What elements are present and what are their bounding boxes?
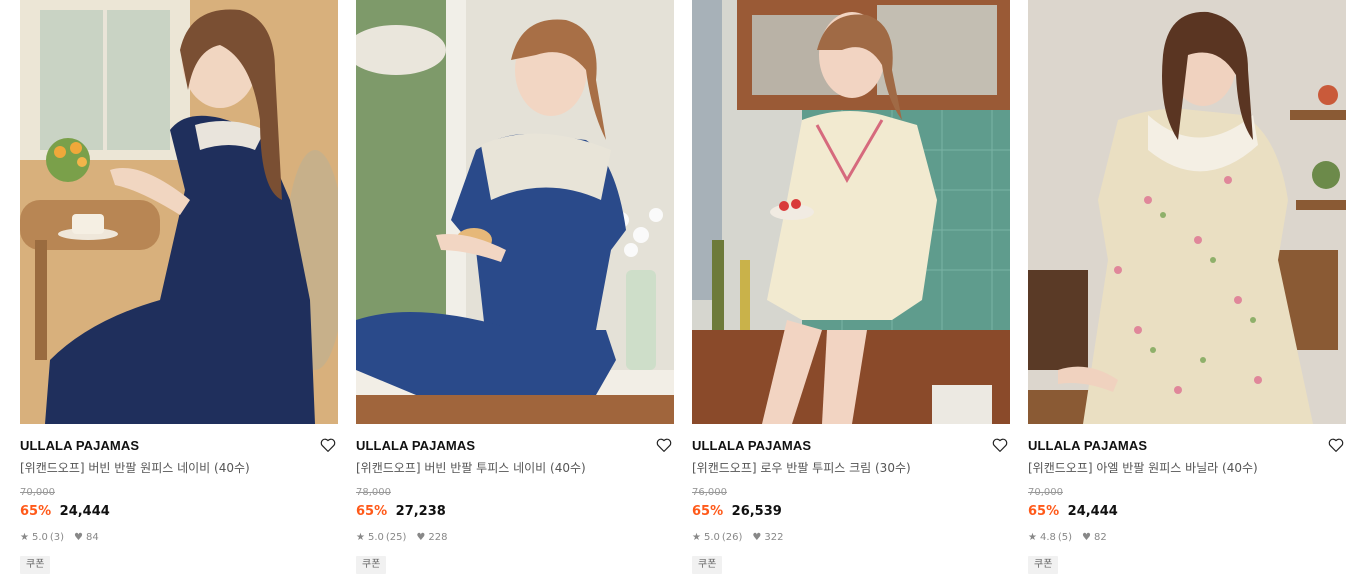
star-icon: ★: [20, 532, 29, 543]
product-card[interactable]: ULLALA PAJAMAS [위캔드오프] 아엘 반팔 원피스 바닐라 (40…: [1028, 0, 1346, 574]
sale-price: 27,238: [395, 504, 446, 519]
discount-rate: 65%: [20, 504, 52, 519]
price-row: 65% 26,539: [692, 503, 1010, 520]
original-price: 70,000: [1028, 487, 1063, 498]
heart-filled-icon: ♥: [416, 532, 426, 543]
review-count: (26): [721, 532, 743, 543]
rating-value: 5.0: [367, 532, 384, 543]
like-count: 84: [86, 532, 99, 543]
heart-filled-icon: ♥: [74, 532, 84, 543]
rating-value: 5.0: [703, 532, 720, 543]
rating-value: 5.0: [31, 532, 48, 543]
product-meta: ★ 4.8 (5) ♥ 82: [1028, 531, 1346, 544]
price-row: 65% 24,444: [1028, 503, 1346, 520]
review-count: (3): [49, 532, 65, 543]
sale-price: 24,444: [1067, 504, 1118, 519]
original-price: 76,000: [692, 487, 727, 498]
heart-outline-icon[interactable]: [319, 436, 337, 454]
star-icon: ★: [692, 532, 701, 543]
review-count: (5): [1057, 532, 1073, 543]
product-image[interactable]: [20, 0, 338, 424]
like-count: 228: [428, 532, 448, 543]
product-photo-vanilla-dress: [1028, 0, 1346, 424]
product-name[interactable]: [위캔드오프] 아엘 반팔 원피스 바닐라 (40수): [1028, 460, 1346, 476]
discount-rate: 65%: [356, 504, 388, 519]
product-card[interactable]: ULLALA PAJAMAS [위캔드오프] 버빈 반팔 원피스 네이비 (40…: [20, 0, 338, 574]
product-card[interactable]: ULLALA PAJAMAS [위캔드오프] 버빈 반팔 투피스 네이비 (40…: [356, 0, 674, 574]
price-row: 65% 24,444: [20, 503, 338, 520]
coupon-badge: 쿠폰: [1028, 556, 1059, 574]
product-name[interactable]: [위캔드오프] 로우 반팔 투피스 크림 (30수): [692, 460, 1010, 476]
product-meta: ★ 5.0 (25) ♥ 228: [356, 531, 674, 544]
coupon-badge: 쿠폰: [20, 556, 51, 574]
heart-outline-icon[interactable]: [1327, 436, 1345, 454]
like-count: 82: [1094, 532, 1107, 543]
heart-outline-icon[interactable]: [655, 436, 673, 454]
coupon-badge: 쿠폰: [692, 556, 723, 574]
brand-name[interactable]: ULLALA PAJAMAS: [356, 437, 674, 455]
brand-name[interactable]: ULLALA PAJAMAS: [692, 437, 1010, 455]
product-photo-navy-twopiece: [356, 0, 674, 424]
original-price: 78,000: [356, 487, 391, 498]
discount-rate: 65%: [692, 504, 724, 519]
sale-price: 26,539: [731, 504, 782, 519]
brand-name[interactable]: ULLALA PAJAMAS: [20, 437, 338, 455]
heart-filled-icon: ♥: [752, 532, 762, 543]
product-photo-navy-dress: [20, 0, 338, 424]
original-price: 70,000: [20, 487, 55, 498]
product-name[interactable]: [위캔드오프] 버빈 반팔 원피스 네이비 (40수): [20, 460, 338, 476]
product-meta: ★ 5.0 (26) ♥ 322: [692, 531, 1010, 544]
discount-rate: 65%: [1028, 504, 1060, 519]
star-icon: ★: [356, 532, 365, 543]
product-image[interactable]: [1028, 0, 1346, 424]
coupon-badge: 쿠폰: [356, 556, 387, 574]
rating-value: 4.8: [1039, 532, 1056, 543]
product-photo-cream-twopiece: [692, 0, 1010, 424]
product-meta: ★ 5.0 (3) ♥ 84: [20, 531, 338, 544]
heart-outline-icon[interactable]: [991, 436, 1009, 454]
product-grid: ULLALA PAJAMAS [위캔드오프] 버빈 반팔 원피스 네이비 (40…: [20, 0, 1346, 574]
sale-price: 24,444: [59, 504, 110, 519]
star-icon: ★: [1028, 532, 1037, 543]
product-name[interactable]: [위캔드오프] 버빈 반팔 투피스 네이비 (40수): [356, 460, 674, 476]
review-count: (25): [385, 532, 407, 543]
like-count: 322: [764, 532, 784, 543]
product-image[interactable]: [692, 0, 1010, 424]
product-card[interactable]: ULLALA PAJAMAS [위캔드오프] 로우 반팔 투피스 크림 (30수…: [692, 0, 1010, 574]
product-image[interactable]: [356, 0, 674, 424]
heart-filled-icon: ♥: [1082, 532, 1092, 543]
brand-name[interactable]: ULLALA PAJAMAS: [1028, 437, 1346, 455]
price-row: 65% 27,238: [356, 503, 674, 520]
